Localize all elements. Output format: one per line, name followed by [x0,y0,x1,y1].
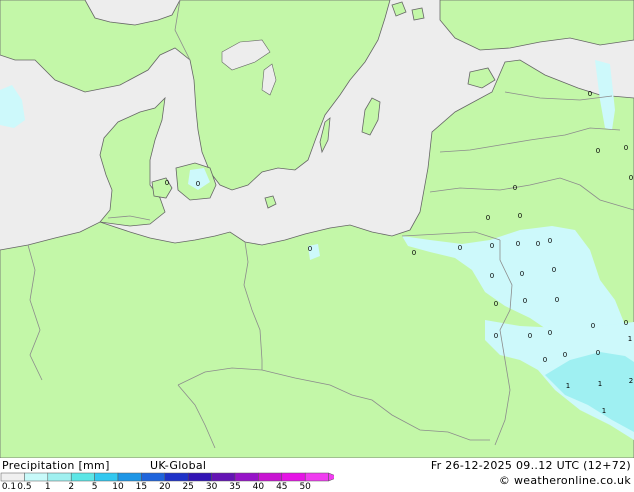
scale-swatch [24,472,49,482]
precipitation-map: 0 0000 00 0 0 0 000 0 00 0 000 0000 00 000 01 1112 [0,0,634,458]
precip-value-label: 0 [516,240,520,248]
legend-title: Precipitation [mm] [2,459,110,472]
precip-value-label: 1 [598,380,602,388]
scale-tick-label: 5 [91,482,98,492]
scale-arrow [328,472,334,482]
precip-value-label: 1 [628,335,632,343]
model-name: UK-Global [150,459,207,472]
scale-tick-label: 0.1 [1,482,17,492]
precip-value-label: 0 [543,356,547,364]
precip-value-label: 0 [490,242,494,250]
precip-value-label: 0 [494,332,498,340]
precip-value-label: 0 [518,212,522,220]
precip-value-label: 0 [624,319,628,327]
scale-tick-label: 10 [112,482,124,492]
scale-swatch [304,472,329,482]
forecast-datetime: Fr 26-12-2025 09..12 UTC (12+72) [430,459,631,472]
scale-tick-label: 35 [229,482,241,492]
precip-value-label: 1 [602,407,606,415]
precip-value-label: 0 [412,249,416,257]
precip-value-label: 0 [513,184,517,192]
precip-value-label: 0 [588,90,592,98]
precip-value-label: 0 [523,297,527,305]
scale-tick-label: 2 [68,482,75,492]
precip-value-label: 0 [196,180,200,188]
finland-south [439,0,634,51]
precip-value-label: 0 [165,179,169,187]
precip-value-label: 0 [552,266,556,274]
precip-value-label: 0 [520,270,524,278]
scale-tick-label: 40 [252,482,265,492]
precip-value-label: 0 [308,245,312,253]
scale-tick-label: 1 [44,482,51,492]
scale-swatch [70,472,95,482]
precip-value-label: 0 [591,322,595,330]
precip-value-label: 0 [536,240,540,248]
scale-tick-label: 25 [182,482,194,492]
scale-swatch [47,472,72,482]
scale-swatch [258,472,283,482]
site-credit: © weatheronline.co.uk [498,474,631,487]
color-scale [0,472,334,482]
scale-swatch [117,472,142,482]
scale-swatch [141,472,166,482]
scale-swatch [211,472,236,482]
precip-value-label: 0 [548,237,552,245]
precip-value-label: 0 [596,147,600,155]
scale-tick-label: 45 [276,482,288,492]
scale-tick-label: 0.5 [17,482,32,492]
precip-value-label: 0 [494,300,498,308]
precip-value-label: 0 [548,329,552,337]
scale-tick-label: 15 [135,482,148,492]
scale-tick-label: 20 [159,482,171,492]
scale-tick-label: 30 [205,482,218,492]
precip-value-label: 0 [458,244,462,252]
precip-value-label: 0 [563,351,567,359]
precip-value-label: 0 [629,174,633,182]
precip-value-label: 0 [486,214,490,222]
scale-swatch [164,472,189,482]
scale-swatch [234,472,259,482]
scale-tick-label: 50 [299,482,311,492]
scale-swatch [94,472,119,482]
island-north-2 [411,7,425,21]
precip-value-label: 0 [596,349,600,357]
scale-swatch [187,472,212,482]
map-footer: Precipitation [mm] UK-Global Fr 26-12-20… [0,458,634,492]
precip-value-label: 0 [555,296,559,304]
precip-value-label: 2 [629,377,633,385]
precip-value-label: 1 [566,382,570,390]
precip-value-label: 0 [528,332,532,340]
precip-value-label: 0 [490,272,494,280]
precip-value-label: 0 [624,144,628,152]
scale-swatch [281,472,306,482]
scale-swatch [0,472,25,482]
